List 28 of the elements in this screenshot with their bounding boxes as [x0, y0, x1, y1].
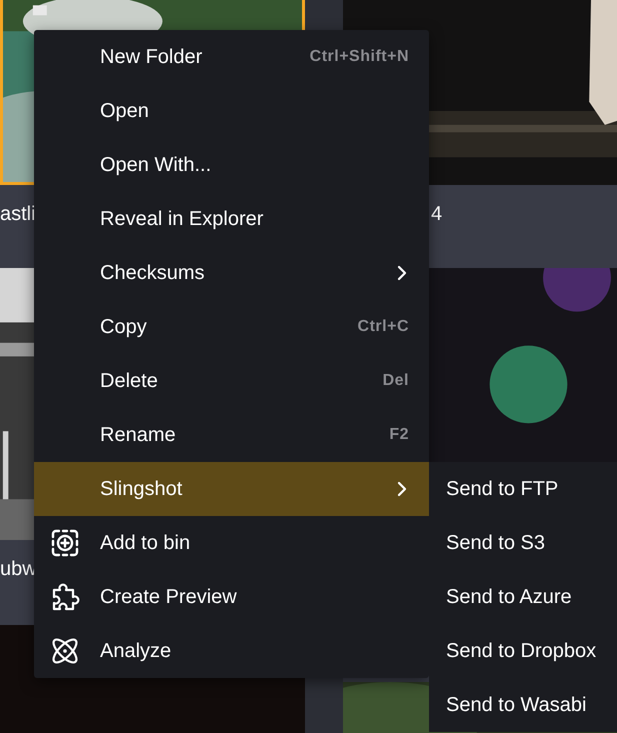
menu-item[interactable]: Send to S3	[429, 516, 617, 570]
menu-item[interactable]: Send to FTP	[429, 462, 617, 516]
menu-item[interactable]: Slingshot	[34, 462, 429, 516]
thumbnail-caption: 4	[431, 203, 442, 226]
menu-item[interactable]: Add to bin	[34, 516, 429, 570]
atom-icon	[50, 636, 80, 666]
add-icon	[50, 528, 80, 558]
menu-item[interactable]: Copy Ctrl+C	[34, 300, 429, 354]
menu-item[interactable]: Analyze	[34, 624, 429, 678]
menu-item[interactable]: Create Preview	[34, 570, 429, 624]
chevron-right-icon	[397, 265, 407, 281]
menu-item[interactable]: Checksums	[34, 246, 429, 300]
menu-item[interactable]: Open With...	[34, 138, 429, 192]
menu-item[interactable]: Send to Dropbox	[429, 624, 617, 678]
menu-item[interactable]: Reveal in Explorer	[34, 192, 429, 246]
shortcut-text: Ctrl+C	[358, 318, 409, 336]
shortcut-text: F2	[389, 426, 409, 444]
puzzle-icon	[50, 581, 82, 613]
menu-item[interactable]: Send to Wasabi	[429, 678, 617, 732]
chevron-right-icon	[397, 481, 407, 497]
shortcut-text: Del	[382, 372, 409, 390]
menu-item[interactable]: Rename F2	[34, 408, 429, 462]
menu-item[interactable]: New Folder Ctrl+Shift+N	[34, 30, 429, 84]
menu-item[interactable]: Delete Del	[34, 354, 429, 408]
shortcut-text: Ctrl+Shift+N	[310, 48, 409, 66]
thumbnail-caption: astli	[0, 203, 36, 226]
menu-item[interactable]: Open	[34, 84, 429, 138]
menu-item[interactable]: Send to Azure	[429, 570, 617, 624]
